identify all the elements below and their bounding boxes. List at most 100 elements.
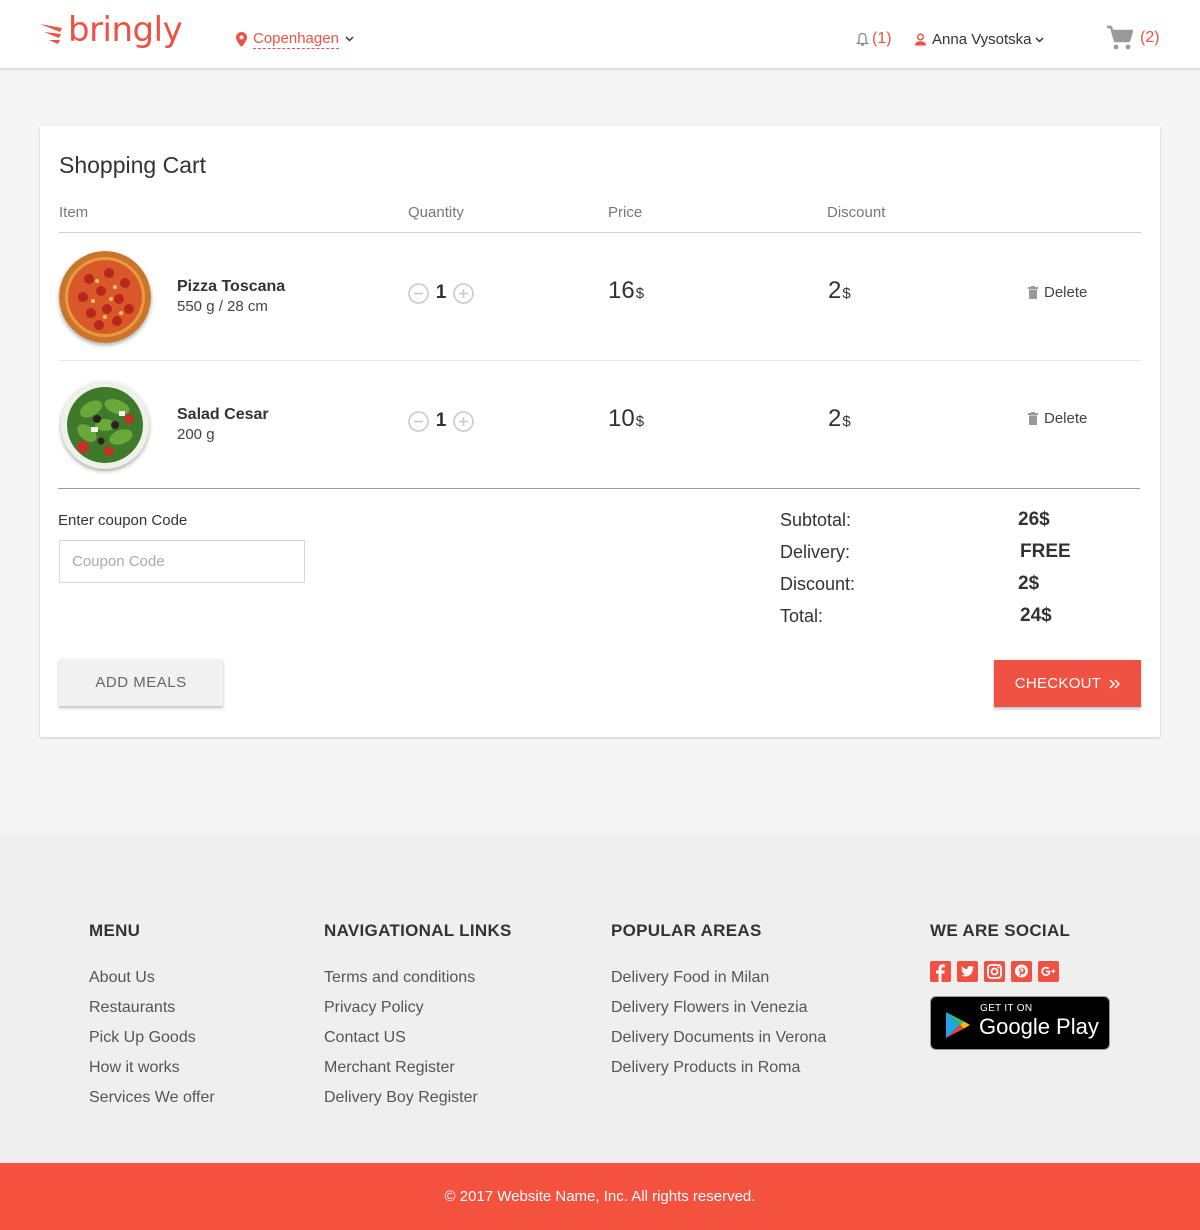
footer-link[interactable]: How it works <box>89 1053 215 1083</box>
notifications-button[interactable]: (1) <box>856 30 892 48</box>
logo-text: bringly <box>68 10 183 50</box>
currency-symbol: $ <box>842 413 851 430</box>
item-name: Salad Cesar <box>177 406 269 423</box>
footer-menu-column: MENU About Us Restaurants Pick Up Goods … <box>89 921 215 1113</box>
quantity-value: 1 <box>435 282 447 303</box>
store-small-text: GET IT ON <box>980 1003 1033 1014</box>
footer-link[interactable]: Delivery Products in Roma <box>611 1053 826 1083</box>
social-icons <box>930 961 1110 982</box>
pizza-image <box>59 251 151 343</box>
currency-symbol: $ <box>635 285 645 302</box>
footer-link[interactable]: Delivery Flowers in Venezia <box>611 993 826 1023</box>
total-label: Total: <box>780 606 824 626</box>
delete-button[interactable]: Delete <box>1028 410 1087 427</box>
cart-row: Salad Cesar 200 g 1 10$ 2$ Delete <box>40 361 1160 489</box>
price-value: 16 <box>608 277 635 304</box>
trash-icon <box>1028 286 1038 299</box>
pinterest-icon[interactable] <box>1011 961 1032 982</box>
item-detail: 200 g <box>177 426 215 443</box>
price-value: 10 <box>608 405 635 432</box>
quantity-value: 1 <box>435 410 447 431</box>
google-plus-icon[interactable] <box>1038 961 1059 982</box>
checkout-button[interactable]: CHECKOUT <box>994 660 1141 707</box>
footer-heading: POPULAR AREAS <box>611 921 762 940</box>
footer-link[interactable]: Contact US <box>324 1023 512 1053</box>
twitter-icon[interactable] <box>957 961 978 982</box>
user-icon <box>915 33 926 46</box>
item-discount: 2$ <box>828 277 851 305</box>
location-pin-icon <box>236 31 247 47</box>
footer-areas-column: POPULAR AREAS Delivery Food in Milan Del… <box>611 921 826 1083</box>
google-play-icon <box>946 1012 970 1038</box>
footer-link[interactable]: About Us <box>89 963 215 993</box>
footer-nav-column: NAVIGATIONAL LINKS Terms and conditions … <box>324 921 512 1113</box>
add-meals-button[interactable]: ADD MEALS <box>59 659 223 706</box>
minus-circle-icon[interactable] <box>408 410 429 432</box>
plus-circle-icon[interactable] <box>453 282 474 304</box>
minus-circle-icon[interactable] <box>408 282 429 304</box>
column-header-quantity: Quantity <box>408 204 464 221</box>
footer-link[interactable]: Delivery Documents in Verona <box>611 1023 826 1053</box>
discount-value: 2 <box>828 277 842 304</box>
discount-value: 2 <box>828 405 842 432</box>
footer-link[interactable]: Services We offer <box>89 1083 215 1113</box>
cart-button[interactable]: (2) <box>1107 25 1160 51</box>
bell-icon <box>856 32 869 46</box>
chevron-down-icon <box>345 36 354 42</box>
store-name: Google Play <box>979 1014 1099 1039</box>
google-play-badge[interactable]: GET IT ON Google Play <box>930 996 1110 1050</box>
delete-button[interactable]: Delete <box>1028 284 1087 301</box>
plus-circle-icon[interactable] <box>453 410 474 432</box>
delete-label: Delete <box>1044 284 1088 301</box>
delivery-label: Delivery: <box>780 542 851 562</box>
items-divider <box>58 488 1140 489</box>
item-detail: 550 g / 28 cm <box>177 298 268 315</box>
wing-icon <box>40 24 62 44</box>
footer: MENU About Us Restaurants Pick Up Goods … <box>0 833 1200 1163</box>
trash-icon <box>1028 412 1038 425</box>
item-discount: 2$ <box>828 405 851 433</box>
footer-link[interactable]: Delivery Food in Milan <box>611 963 826 993</box>
footer-heading: WE ARE SOCIAL <box>930 921 1071 940</box>
user-name: Anna Vysotska <box>932 31 1032 48</box>
page-title: Shopping Cart <box>59 152 207 178</box>
copyright-text: © 2017 Website Name, Inc. All rights res… <box>444 1188 756 1205</box>
item-price: 10$ <box>608 405 644 433</box>
user-menu[interactable]: Anna Vysotska <box>914 31 1044 48</box>
footer-link[interactable]: Merchant Register <box>324 1053 512 1083</box>
coupon-code-input[interactable] <box>59 540 305 583</box>
subtotal-value: 26$ <box>1018 509 1050 530</box>
checkout-label: CHECKOUT <box>1014 675 1102 692</box>
column-header-item: Item <box>59 204 89 221</box>
item-name: Pizza Toscana <box>177 278 286 295</box>
double-chevron-right-icon <box>1109 678 1121 689</box>
footer-link[interactable]: Pick Up Goods <box>89 1023 215 1053</box>
location-name: Copenhagen <box>253 30 339 49</box>
footer-link[interactable]: Privacy Policy <box>324 993 512 1023</box>
total-value: 24$ <box>1020 605 1052 626</box>
delete-label: Delete <box>1044 410 1088 427</box>
bringly-logo[interactable]: bringly <box>40 10 183 50</box>
footer-heading: MENU <box>89 921 141 940</box>
subtotal-label: Subtotal: <box>780 510 852 530</box>
coupon-label: Enter coupon Code <box>58 512 188 529</box>
item-price: 16$ <box>608 277 644 305</box>
footer-link[interactable]: Terms and conditions <box>324 963 512 993</box>
column-header-discount: Discount <box>827 204 886 221</box>
chevron-down-icon <box>1034 36 1044 43</box>
footer-link[interactable]: Restaurants <box>89 993 215 1023</box>
discount-value: 2$ <box>1018 573 1040 594</box>
cart-count: (2) <box>1140 29 1160 46</box>
shopping-cart-card: Shopping Cart Item Quantity Price Discou… <box>40 126 1160 737</box>
salad-image <box>61 381 149 469</box>
shopping-cart-icon <box>1107 25 1134 50</box>
delivery-value: FREE <box>1020 541 1071 562</box>
instagram-icon[interactable] <box>984 961 1005 982</box>
quantity-stepper: 1 <box>408 282 474 304</box>
location-selector[interactable]: Copenhagen <box>236 29 354 49</box>
notifications-count: (1) <box>872 30 892 47</box>
currency-symbol: $ <box>842 285 851 302</box>
facebook-icon[interactable] <box>930 961 951 982</box>
currency-symbol: $ <box>635 413 645 430</box>
footer-link[interactable]: Delivery Boy Register <box>324 1083 512 1113</box>
